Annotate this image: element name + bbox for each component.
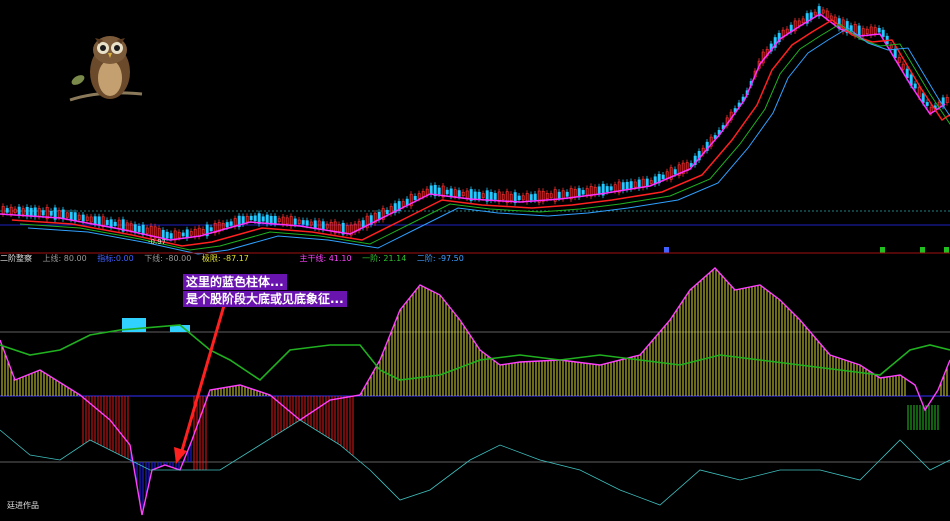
- price-panel: [0, 3, 950, 255]
- candle-body: [629, 181, 633, 190]
- candle-body: [105, 220, 109, 225]
- candle-body: [5, 208, 9, 213]
- price-low-label: -0.97: [148, 238, 167, 246]
- candle-body: [165, 231, 169, 239]
- candle-body: [181, 232, 185, 237]
- candle-body: [905, 68, 909, 78]
- candle-body: [305, 220, 309, 226]
- candle-body: [385, 209, 389, 215]
- ma-mid-line: [19, 23, 950, 251]
- candle-body: [249, 215, 253, 221]
- candle-body: [293, 218, 297, 225]
- ma-slow-line: [27, 27, 950, 255]
- candle-body: [273, 215, 277, 224]
- candle-body: [413, 196, 417, 200]
- candle-body: [493, 193, 497, 200]
- candle-body: [41, 210, 45, 216]
- candle-body: [557, 191, 561, 199]
- ma-label: 指标:0.00: [97, 254, 134, 263]
- candle-body: [93, 216, 97, 225]
- candle-body: [609, 186, 613, 191]
- candle-body: [881, 29, 885, 37]
- candle-body: [313, 220, 317, 229]
- candle-body: [241, 216, 245, 225]
- candle-body: [913, 83, 917, 89]
- candle-body: [109, 219, 113, 227]
- candle-body: [229, 221, 233, 226]
- level1-label: 一阶: 21.14: [362, 254, 407, 263]
- candle-body: [621, 182, 625, 191]
- candle-body: [625, 181, 629, 190]
- candle-body: [261, 216, 265, 222]
- candle-body: [517, 195, 521, 201]
- indicator-header: 二阶整察 上线: 80.00 指标:0.00 下线: -80.00 极限: -8…: [0, 253, 950, 265]
- candle-body: [265, 214, 269, 224]
- candle-body: [577, 188, 581, 198]
- candle-body: [97, 216, 101, 226]
- level2-label: 二阶: -97.50: [416, 254, 464, 263]
- candle-body: [49, 210, 53, 216]
- candle-body: [457, 190, 461, 197]
- candle-body: [69, 212, 73, 220]
- owl-logo: [69, 36, 143, 102]
- annotation-callout: 这里的蓝色柱体... 是个股阶段大底或见底象征...: [183, 274, 347, 308]
- upper-line-label: 上线: 80.00: [42, 254, 87, 263]
- candle-body: [113, 221, 117, 226]
- candle-body: [565, 191, 569, 197]
- candle-body: [445, 189, 449, 195]
- candle-body: [661, 174, 665, 180]
- candle-body: [133, 224, 137, 232]
- candle-body: [225, 222, 229, 228]
- candle-body: [169, 233, 173, 239]
- candle-body: [581, 190, 585, 195]
- indicator-name[interactable]: 二阶整察: [0, 254, 32, 263]
- candle-body: [449, 188, 453, 197]
- candle-body: [17, 206, 21, 216]
- candle-body: [877, 27, 881, 33]
- candle-body: [185, 229, 189, 239]
- candle-body: [437, 187, 441, 195]
- candle-body: [637, 179, 641, 189]
- candle-body: [137, 225, 141, 232]
- candle-body: [321, 221, 325, 230]
- candle-body: [29, 207, 33, 217]
- candle-body: [25, 206, 29, 217]
- candle-body: [473, 191, 477, 199]
- annotation-line-1: 这里的蓝色柱体...: [183, 274, 287, 290]
- candle-body: [489, 191, 493, 201]
- candle-body: [673, 169, 677, 175]
- candle-body: [209, 227, 213, 232]
- candle-body: [529, 194, 533, 201]
- candle-body: [605, 186, 609, 192]
- ma-short-line: [0, 13, 946, 241]
- candle-body: [921, 93, 925, 103]
- candle-body: [533, 193, 537, 201]
- depth-label: 极限: -87.17: [201, 254, 249, 263]
- lower-line-label: 下线: -80.00: [144, 254, 192, 263]
- candle-body: [33, 207, 37, 218]
- candle-body: [73, 212, 77, 221]
- oscillator-panel: [0, 267, 950, 516]
- candle-body: [597, 186, 601, 195]
- candle-body: [645, 178, 649, 187]
- annotation-line-2: 是个股阶段大底或见底象征...: [183, 291, 347, 307]
- candle-body: [405, 198, 409, 206]
- candle-body: [429, 185, 433, 195]
- candle-body: [893, 48, 897, 58]
- osc-green-line: [0, 324, 950, 382]
- candle-body: [253, 215, 257, 222]
- candle-body: [301, 220, 305, 225]
- candle-body: [925, 102, 929, 106]
- trend-label: 主干线: 41.10: [299, 254, 352, 263]
- candle-body: [61, 209, 65, 220]
- ma-long-line: [11, 19, 950, 247]
- candle-body: [269, 215, 273, 224]
- candle-body: [477, 191, 481, 200]
- candle-body: [81, 214, 85, 222]
- author-credit: 廷进作品: [7, 501, 39, 510]
